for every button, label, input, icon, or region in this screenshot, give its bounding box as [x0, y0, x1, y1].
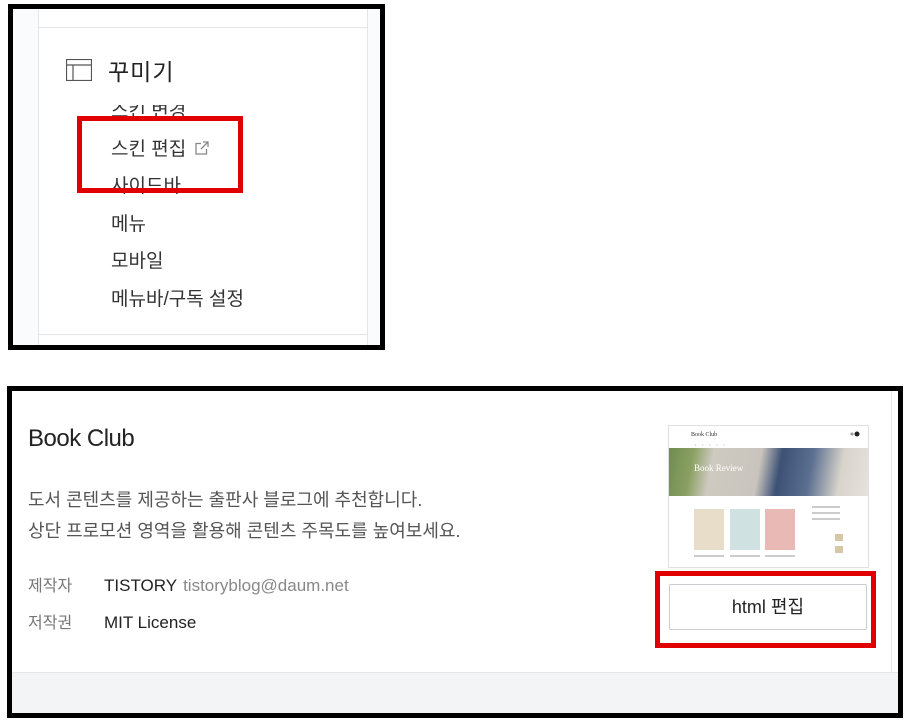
skin-description: 도서 콘텐츠를 제공하는 출판사 블로그에 추천합니다. 상단 프로모션 영역을… [28, 485, 460, 547]
divider [891, 391, 892, 673]
section-title: 꾸미기 [108, 59, 175, 85]
sidebar-item-label: 사이드바 [111, 176, 181, 197]
sidebar-panel: 꾸미기 스킨 변경 스킨 편집 사이드바 메뉴 모바일 메뉴바/구독 설정 [8, 4, 385, 350]
divider [39, 334, 367, 335]
thumbnail-blog-title: Book Club [691, 432, 718, 438]
thumbnail-sidebar-line [812, 512, 840, 514]
author-name: TISTORY [104, 576, 178, 595]
sidebar-item-label: 스킨 편집 [111, 138, 187, 160]
external-link-icon [194, 136, 210, 155]
description-line: 도서 콘텐츠를 제공하는 출판사 블로그에 추천합니다. [28, 490, 423, 510]
sidebar-item-label: 스킨 변경 [111, 101, 187, 122]
sidebar-item-sidebar[interactable]: 사이드바 [111, 172, 244, 197]
thumbnail-caption [730, 555, 760, 557]
panel-footer [12, 672, 898, 713]
skin-detail-panel: Book Club 도서 콘텐츠를 제공하는 출판사 블로그에 추천합니다. 상… [7, 386, 903, 718]
thumbnail-nav: ▪▪▪▪▪ [695, 443, 731, 447]
license-label: 저작권 [28, 615, 73, 632]
divider [39, 27, 367, 28]
sidebar-item-skin-change[interactable]: 스킨 변경 [111, 101, 244, 135]
thumbnail-hero-text: Book Review [694, 463, 744, 473]
license-row: 저작권 MIT License [28, 608, 349, 645]
license-value: MIT License [104, 613, 197, 632]
sidebar-item-skin-edit[interactable]: 스킨 편집 [111, 135, 244, 173]
sidebar-menu: 스킨 변경 스킨 편집 사이드바 메뉴 모바일 메뉴바/구독 설정 [111, 97, 244, 322]
sidebar-item-mobile[interactable]: 모바일 [111, 247, 244, 285]
sidebar-item-menubar-subscribe[interactable]: 메뉴바/구독 설정 [111, 285, 244, 323]
thumbnail-book-cover [765, 509, 795, 550]
author-email: tistoryblog@daum.net [183, 576, 349, 595]
divider [367, 9, 368, 345]
skin-meta: 제작자 TISTORY tistoryblog@daum.net 저작권 MIT Li… [28, 571, 349, 645]
thumbnail-sidebar-image [835, 534, 843, 541]
author-row: 제작자 TISTORY tistoryblog@daum.net [28, 571, 349, 608]
layout-icon [65, 58, 93, 82]
thumbnail-sidebar-line [812, 518, 840, 520]
author-label: 제작자 [28, 578, 73, 595]
sidebar-item-menu[interactable]: 메뉴 [111, 210, 244, 248]
description-line: 상단 프로모션 영역을 활용해 콘텐츠 주목도를 높여보세요. [28, 521, 461, 541]
section-header[interactable]: 꾸미기 [65, 53, 175, 87]
html-edit-button[interactable]: html 편집 [669, 584, 867, 630]
thumbnail-book-cover [730, 509, 760, 550]
skin-name: Book Club [28, 425, 135, 452]
skin-thumbnail: Book Club ▪▪▪▪▪ Book Review [668, 425, 869, 568]
thumbnail-caption [765, 555, 795, 557]
thumbnail-sidebar-image [835, 546, 843, 553]
sidebar-item-label: 모바일 [111, 251, 164, 272]
thumbnail-caption [694, 555, 724, 557]
sidebar-item-label: 메뉴 [111, 213, 146, 235]
thumbnail-book-cover [694, 509, 724, 550]
thumbnail-sidebar-line [812, 506, 840, 508]
thumbnail-icons [850, 431, 860, 437]
sidebar-item-label: 메뉴바/구독 설정 [111, 288, 244, 310]
